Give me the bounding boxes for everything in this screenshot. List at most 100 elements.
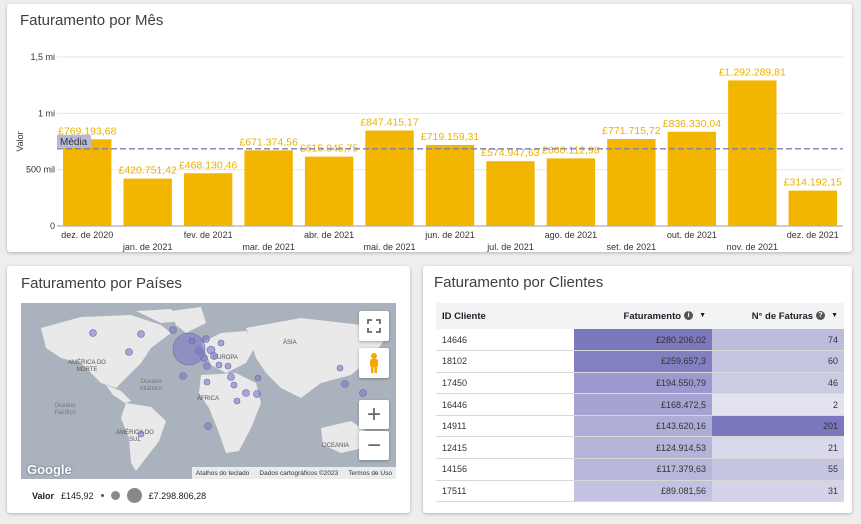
- cell-invoices: 2: [712, 393, 844, 416]
- clients-revenue-title: Faturamento por Clientes: [434, 274, 604, 291]
- column-header-revenue[interactable]: Faturamento i ▼: [574, 303, 712, 329]
- bubble: [203, 362, 211, 370]
- bubble: [359, 389, 367, 397]
- cell-revenue: £168.472,5: [574, 393, 712, 416]
- world-map[interactable]: AMÉRICA DO NORTE AMÉRICA DO SUL EUROPA Á…: [21, 303, 396, 479]
- table-row[interactable]: 18102 £259.657,3 60: [436, 350, 844, 373]
- bar-6[interactable]: [425, 144, 475, 226]
- cell-client-id: 14646: [436, 329, 574, 352]
- cell-revenue: £280.206,02: [574, 329, 712, 352]
- cell-revenue: £194.550,79: [574, 372, 712, 395]
- monthly-revenue-card: Faturamento por Mês 0 500 mil 1 mi 1,5 mi Va…: [7, 4, 852, 252]
- pegman-icon[interactable]: [359, 348, 389, 378]
- bar-11[interactable]: [728, 80, 777, 227]
- cell-revenue: £124.914,53: [574, 436, 712, 460]
- cell-invoices: 21: [712, 436, 844, 460]
- bar-4[interactable]: [304, 156, 354, 226]
- bar-7[interactable]: [486, 161, 535, 226]
- cell-client-id: 14156: [436, 458, 574, 481]
- bubble: [224, 362, 232, 370]
- data-label: £671.374,56: [239, 136, 298, 148]
- x-tick-label: mai. de 2021: [364, 242, 416, 252]
- column-header-invoices[interactable]: N° de Faturas? ▼: [712, 303, 844, 329]
- x-tick-label: mar. de 2021: [242, 242, 295, 252]
- cell-invoices: 46: [712, 372, 844, 395]
- table-row[interactable]: 14911 £143.620,16 201: [436, 415, 844, 438]
- help-icon[interactable]: ?: [816, 311, 826, 321]
- bubble: [233, 397, 241, 405]
- table-row[interactable]: 14646 £280.206,02 74: [436, 329, 844, 352]
- table-row[interactable]: 16446 £168.472,5 2: [436, 393, 844, 416]
- map-data-text: Dados cartográficos ©2023: [259, 469, 339, 477]
- zoom-in-icon[interactable]: +: [359, 400, 389, 429]
- bar-9[interactable]: [607, 139, 656, 226]
- y-tick-label: 500 mil: [26, 165, 55, 175]
- table-row[interactable]: 12415 £124.914,53 21: [436, 436, 844, 460]
- table-row[interactable]: 14156 £117.379,63 55: [436, 458, 844, 481]
- bubble: [217, 339, 225, 347]
- x-tick-label: dez. de 2020: [61, 230, 113, 240]
- cell-revenue: £117.379,63: [574, 458, 712, 481]
- bubble: [200, 354, 208, 362]
- sort-desc-icon[interactable]: ▼: [699, 312, 706, 319]
- cell-invoices: 31: [712, 480, 844, 503]
- bar-2[interactable]: [183, 173, 233, 226]
- x-tick-label: ago. de 2021: [545, 230, 598, 240]
- data-label: £468.130,46: [179, 159, 238, 171]
- monthly-revenue-chart[interactable]: 0500 mil1 mi1,5 miValor £769.193,68dez. d…: [7, 4, 852, 252]
- average-label: Média: [60, 137, 88, 148]
- y-tick-label: 0: [50, 221, 55, 231]
- table-row[interactable]: 17511 £89.081,56 31: [436, 480, 844, 503]
- cell-revenue: £259.657,3: [574, 350, 712, 373]
- bar-0[interactable]: [63, 139, 112, 226]
- sort-icon[interactable]: ▼: [831, 312, 838, 319]
- bar-3[interactable]: [244, 150, 293, 226]
- zoom-out-icon[interactable]: −: [359, 431, 389, 460]
- cell-invoices: 201: [712, 415, 844, 438]
- fullscreen-icon[interactable]: [359, 311, 389, 341]
- map-legend-max: £7.298.806,28: [148, 490, 207, 501]
- bar-5[interactable]: [365, 130, 414, 226]
- x-tick-label: dez. de 2021: [787, 230, 839, 240]
- bubble: [210, 352, 218, 360]
- cell-client-id: 17450: [436, 372, 574, 395]
- x-tick-label: jun. de 2021: [424, 230, 475, 240]
- legend-large-dot-icon: [126, 488, 142, 503]
- info-icon[interactable]: i: [684, 311, 694, 321]
- x-tick-label: jul. de 2021: [486, 242, 534, 252]
- bubble: [254, 374, 262, 382]
- data-label: £314.192,15: [784, 177, 843, 189]
- table-header-row: ID Cliente Faturamento i ▼ N° de Faturas? ▼: [436, 303, 844, 329]
- bubble: [188, 337, 196, 345]
- clients-revenue-card: Faturamento por Clientes ID Cliente Fatu…: [423, 266, 852, 513]
- bar-8[interactable]: [546, 158, 596, 226]
- x-tick-label: nov. de 2021: [727, 242, 778, 252]
- x-tick-label: jan. de 2021: [122, 242, 173, 252]
- bar-12[interactable]: [788, 190, 837, 226]
- bubble: [179, 372, 187, 380]
- data-label: £847.415,17: [360, 117, 419, 129]
- data-label: £1.292.289,81: [719, 66, 786, 78]
- bubble: [227, 373, 235, 381]
- bubble: [169, 326, 177, 334]
- column-header-id[interactable]: ID Cliente: [436, 303, 574, 329]
- data-label: £420.751,42: [118, 165, 177, 177]
- bubble: [242, 389, 250, 397]
- x-tick-label: out. de 2021: [667, 230, 717, 240]
- x-tick-label: abr. de 2021: [304, 230, 354, 240]
- terms-of-use-link[interactable]: Termos de Uso: [348, 470, 392, 477]
- map-attribution: Atalhos do teclado Dados cartográficos ©…: [191, 467, 396, 479]
- x-tick-label: fev. de 2021: [184, 230, 233, 240]
- bar-1[interactable]: [123, 178, 172, 226]
- x-tick-label: set. de 2021: [607, 242, 657, 252]
- cell-invoices: 74: [712, 329, 844, 352]
- keyboard-shortcuts-link[interactable]: Atalhos do teclado: [196, 470, 249, 477]
- legend-medium-dot-icon: [110, 491, 120, 500]
- bar-10[interactable]: [667, 131, 717, 226]
- cell-invoices: 55: [712, 458, 844, 481]
- map-legend-min: £145,92: [61, 490, 94, 501]
- bubble: [125, 348, 133, 356]
- map-legend: Valor £145,92 £7.298.806,28: [32, 488, 206, 503]
- table-row[interactable]: 17450 £194.550,79 46: [436, 372, 844, 395]
- bubble: [204, 422, 212, 430]
